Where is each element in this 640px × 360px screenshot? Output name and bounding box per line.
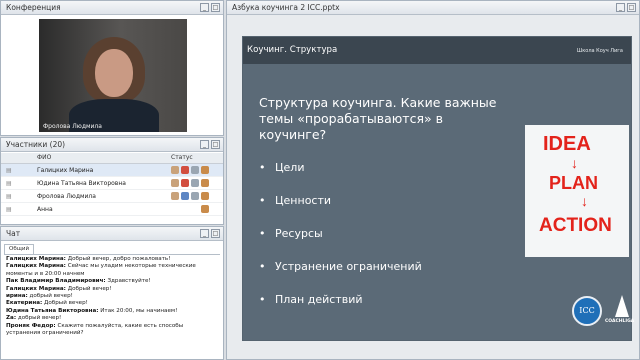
presentation-panel: Азбука коучинга 2 ICC.pptx _ □ Коучинг. … [226, 0, 640, 360]
participant-name: Галицких Марина [37, 166, 94, 174]
hand-status-icon [201, 166, 209, 174]
chat-author: Проняк Федор: [6, 322, 56, 329]
slide-header: Коучинг. Структура [247, 45, 338, 55]
participants-panel: Участники (20) _ □ ФИО Статус ▤ Галицких… [0, 137, 224, 225]
table-row[interactable]: ▤ Галицких Марина [1, 164, 223, 177]
chat-text: Здравствуйте! [107, 278, 151, 285]
bullet-list: Цели Ценности Ресурсы Устранение огранич… [259, 161, 422, 326]
coachliga-logo: COACHLIGA [605, 295, 634, 329]
chat-message: Za: добрый вечер! [6, 315, 218, 322]
chat-title: Чат [6, 229, 21, 238]
slide-heading: Структура коучинга. Какие важные темы «п… [259, 95, 497, 142]
chat-text: Добрый вечер! [44, 300, 88, 307]
chat-tab-general[interactable]: Общий [4, 244, 35, 254]
chat-author: Екатерина: [6, 300, 43, 307]
mic-status-icon [181, 192, 189, 200]
table-row[interactable]: ▤ Фролова Людмила [1, 190, 223, 203]
maximize-icon[interactable]: □ [211, 3, 220, 12]
mic-status-icon [181, 166, 189, 174]
table-row[interactable]: ▤ Юдина Татьяна Викторовна [1, 177, 223, 190]
hand-status-icon [201, 192, 209, 200]
participant-name: Юдина Татьяна Викторовна [37, 179, 126, 187]
app-root: Конференция _ □ Фролова Людмила Участник… [0, 0, 640, 360]
user-icon: ▤ [6, 205, 12, 213]
chat-text: добрый вечер! [17, 315, 62, 322]
chat-author: Юдина Татьяна Викторовна: [6, 307, 99, 314]
hand-status-icon [201, 179, 209, 187]
chat-text: Добрый вечер! [67, 285, 112, 292]
image-word-idea: IDEA [543, 133, 591, 155]
minimize-icon[interactable]: _ [200, 229, 209, 238]
maximize-icon[interactable]: □ [211, 229, 220, 238]
slide-header-bar: Коучинг. Структура Школа Коуч Лига [243, 37, 631, 64]
video-feed: Фролова Людмила [39, 19, 187, 132]
user-icon: ▤ [6, 179, 12, 187]
idea-plan-action-image: IDEA ↓ PLAN ↓ ACTION [525, 125, 629, 257]
bullet-item: План действий [259, 293, 422, 326]
maximize-icon[interactable]: □ [211, 140, 220, 149]
conference-panel: Конференция _ □ Фролова Людмила [0, 0, 224, 136]
chat-titlebar: Чат _ □ [1, 227, 223, 241]
coachliga-logo-text: COACHLIGA [605, 319, 635, 324]
hand-status-icon [201, 205, 209, 213]
participants-header: ФИО Статус [1, 153, 223, 164]
bullet-item: Цели [259, 161, 422, 194]
table-row[interactable]: ▤ Анна [1, 203, 223, 216]
chat-text: Добрый вечер, добро пожаловать! [67, 256, 171, 262]
screen-status-icon [191, 166, 199, 174]
sail-icon [615, 295, 629, 317]
slide: Коучинг. Структура Школа Коуч Лига Струк… [242, 36, 634, 341]
bullet-item: Ресурсы [259, 227, 422, 260]
icc-logo: ICC [572, 296, 602, 326]
participants-titlebar: Участники (20) _ □ [1, 138, 223, 152]
bullet-item: Ценности [259, 194, 422, 227]
screen-status-icon [191, 179, 199, 187]
minimize-icon[interactable]: _ [200, 3, 209, 12]
arrow-down-icon: ↓ [581, 193, 588, 209]
column-header-name[interactable]: ФИО [37, 153, 171, 163]
image-word-plan: PLAN [549, 173, 598, 193]
chat-message: Проняк Федор: Скажите пожалуйста, какие … [6, 323, 218, 338]
chat-author: Галицких Марина: [6, 256, 66, 262]
chat-text: Итак 20:00, мы начинаем! [100, 307, 178, 314]
image-word-action: ACTION [539, 215, 612, 236]
chat-message: Галицких Марина: Добрый вечер! [6, 286, 218, 293]
arrow-down-icon: ↓ [571, 155, 578, 171]
chat-author: Za: [6, 315, 17, 322]
participants-title: Участники (20) [6, 140, 66, 149]
participant-name: Фролова Людмила [37, 192, 96, 200]
conference-title: Конференция [6, 3, 61, 12]
chat-message: Пак Владимир Владимирович: Здравствуйте! [6, 278, 218, 285]
user-icon: ▤ [6, 192, 12, 200]
chat-log[interactable]: Галицких Марина: Добрый вечер, добро пож… [4, 254, 220, 356]
maximize-icon[interactable]: □ [627, 3, 636, 12]
presentation-title: Азбука коучинга 2 ICC.pptx [232, 3, 340, 12]
minimize-icon[interactable]: _ [200, 140, 209, 149]
user-icon: ▤ [6, 166, 12, 174]
screen-status-icon [191, 192, 199, 200]
participants-table: ФИО Статус ▤ Галицких Марина ▤ Юдина Тат… [1, 153, 223, 216]
camera-status-icon [171, 166, 179, 174]
chat-text: добрый вечер! [29, 293, 73, 300]
chat-author: Галицких Марина: [6, 285, 66, 292]
chat-author: ирина: [6, 293, 28, 300]
minimize-icon[interactable]: _ [616, 3, 625, 12]
slide-brand: Школа Коуч Лига [576, 48, 623, 54]
speaker-name: Фролова Людмила [43, 123, 102, 130]
bullet-item: Устранение ограничений [259, 260, 422, 293]
presentation-titlebar: Азбука коучинга 2 ICC.pptx _ □ [227, 1, 639, 15]
camera-status-icon [171, 192, 179, 200]
camera-status-icon [171, 179, 179, 187]
mic-status-icon [181, 179, 189, 187]
chat-panel: Чат _ □ Общий Галицких Марина: Добрый ве… [0, 226, 224, 360]
column-header-status[interactable]: Статус [171, 153, 193, 163]
chat-author: Галицких Марина: [6, 263, 66, 270]
participant-name: Анна [37, 205, 53, 213]
chat-message: Екатерина: Добрый вечер! [6, 300, 218, 307]
chat-author: Пак Владимир Владимирович: [6, 278, 106, 285]
conference-titlebar: Конференция _ □ [1, 1, 223, 15]
chat-message: Галицких Марина: Сейчас мы уладим некото… [6, 263, 218, 278]
